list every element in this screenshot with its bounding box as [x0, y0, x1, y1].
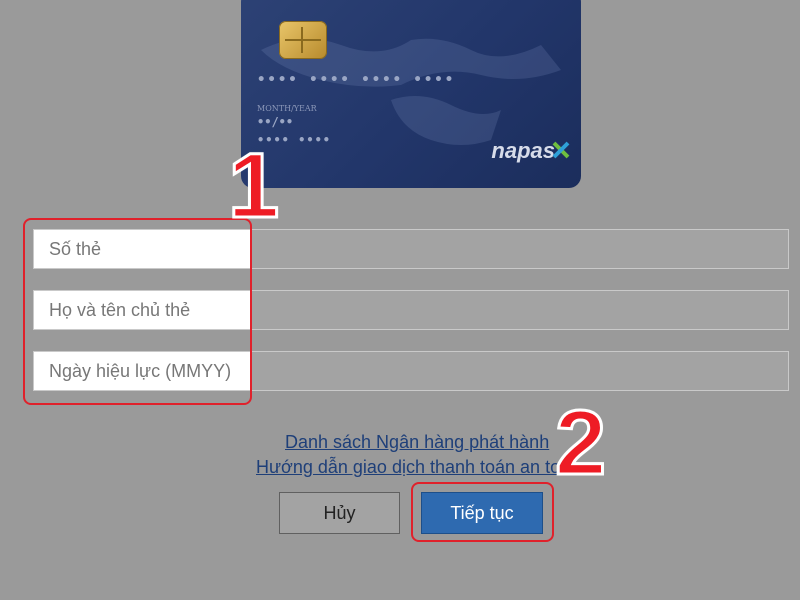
issuer-banks-link[interactable]: Danh sách Ngân hàng phát hành	[285, 432, 549, 453]
napas-logo-icon	[552, 141, 570, 159]
safe-payment-guide-link[interactable]: Hướng dẫn giao dịch thanh toán an toàn	[256, 457, 580, 478]
card-number-mask: •••• •••• •••• ••••	[257, 72, 456, 88]
continue-button[interactable]: Tiếp tục	[421, 492, 543, 534]
fields-highlight-box	[23, 218, 252, 405]
card-expiry-mask: ••/••	[257, 115, 294, 129]
step-1-label: 1	[226, 135, 280, 237]
napas-card-illustration: •••• •••• •••• •••• MONTH/YEAR ••/•• •••…	[241, 0, 581, 188]
step-2-label: 2	[553, 392, 607, 494]
chip-icon	[279, 21, 327, 59]
cancel-button[interactable]: Hủy	[279, 492, 400, 534]
card-expiry-label: MONTH/YEAR	[257, 104, 317, 113]
napas-logo: napas	[491, 138, 555, 163]
